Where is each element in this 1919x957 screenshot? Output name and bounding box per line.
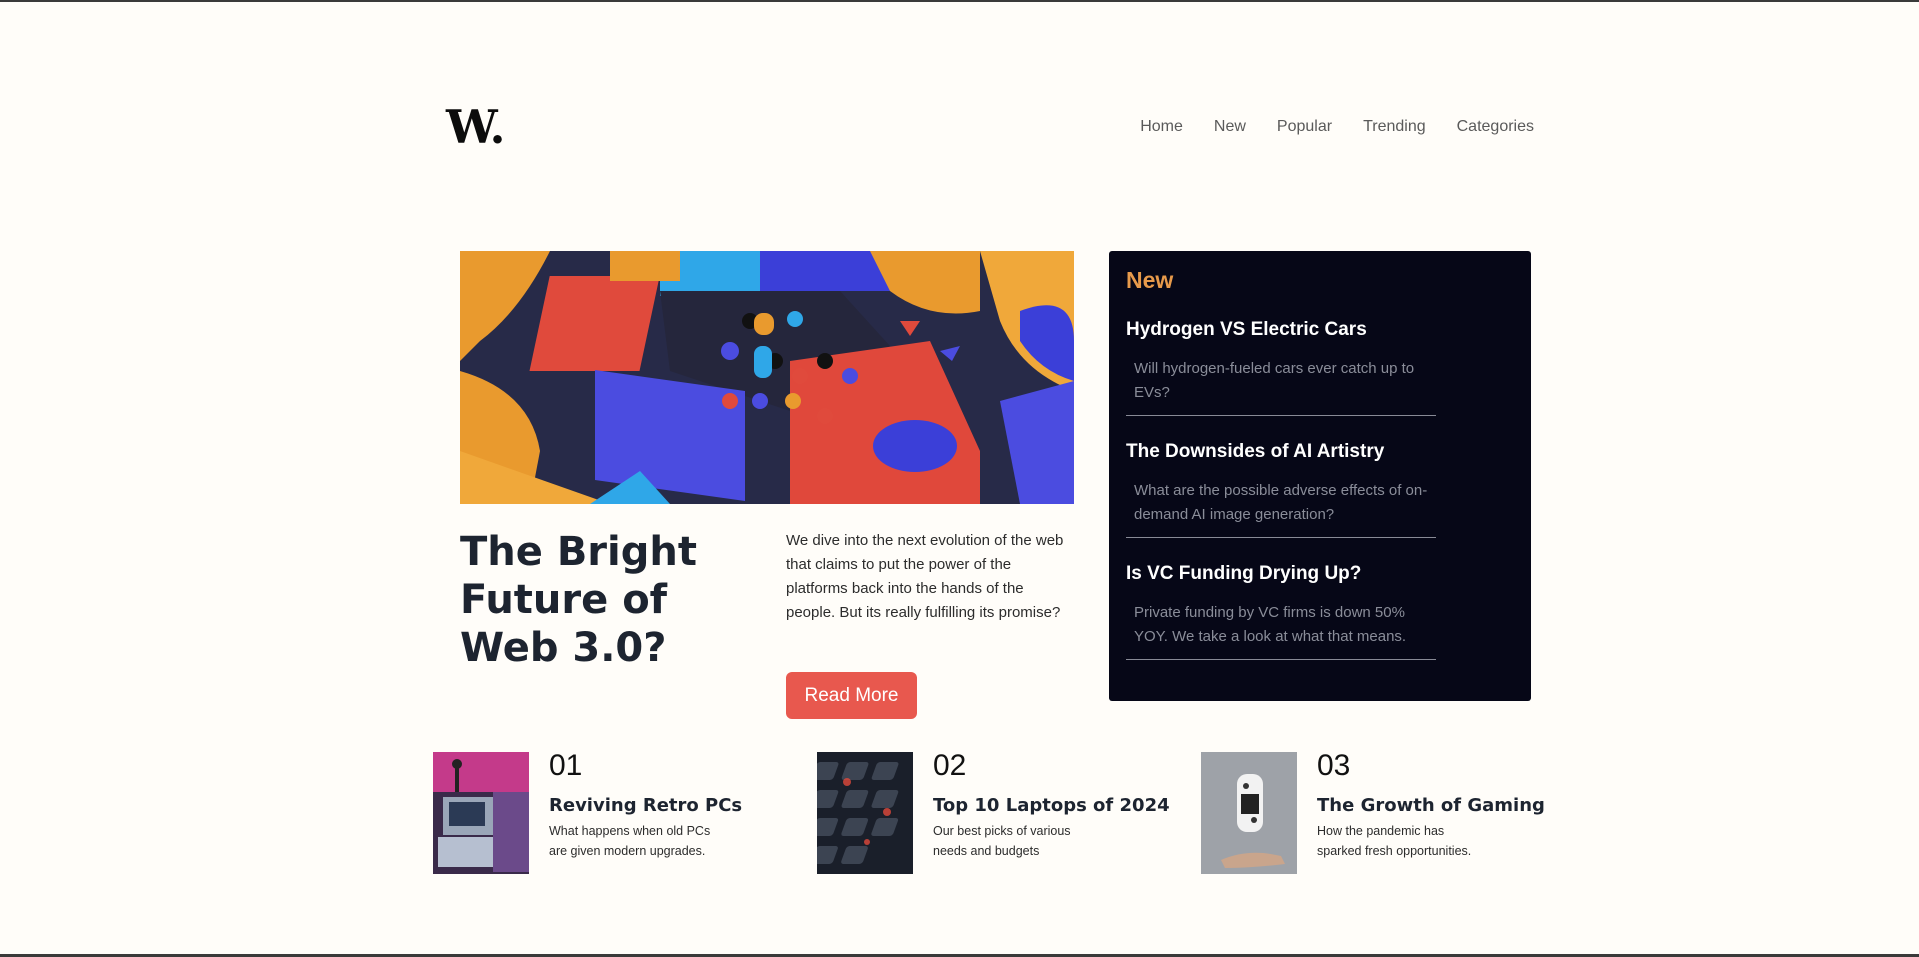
new-item[interactable]: Hydrogen VS Electric Cars Will hydrogen-… [1126, 319, 1436, 416]
new-item[interactable]: The Downsides of AI Artistry What are th… [1126, 441, 1436, 538]
main-nav: Home New Popular Trending Categories [1140, 118, 1534, 136]
read-more-button[interactable]: Read More [786, 672, 917, 719]
nav-popular[interactable]: Popular [1277, 118, 1332, 136]
gaming-controller-thumbnail[interactable] [1201, 752, 1297, 874]
article-title[interactable]: Top 10 Laptops of 2024 [933, 795, 1170, 816]
new-item-title[interactable]: Is VC Funding Drying Up? [1126, 563, 1436, 585]
new-articles-panel: New Hydrogen VS Electric Cars Will hydro… [1109, 251, 1531, 701]
laptop-keys-thumbnail[interactable] [817, 752, 913, 874]
article-number: 03 [1317, 749, 1351, 782]
article-card[interactable]: 02 Top 10 Laptops of 2024 Our best picks… [817, 749, 1170, 874]
retro-pc-thumbnail[interactable] [433, 752, 529, 874]
article-meta: 01 Reviving Retro PCs What happens when … [549, 749, 742, 874]
article-number: 02 [933, 749, 967, 782]
hero-title: The Bright Future of Web 3.0? [460, 529, 697, 671]
nav-home[interactable]: Home [1140, 118, 1183, 136]
nav-new[interactable]: New [1214, 118, 1246, 136]
nav-trending[interactable]: Trending [1363, 118, 1426, 136]
new-item-desc: What are the possible adverse effects of… [1134, 482, 1428, 523]
article-title[interactable]: The Growth of Gaming [1317, 795, 1545, 816]
article-desc: What happens when old PCs are given mode… [549, 824, 711, 858]
new-item-title[interactable]: The Downsides of AI Artistry [1126, 441, 1436, 463]
new-panel-heading: New [1126, 267, 1174, 293]
article-title[interactable]: Reviving Retro PCs [549, 795, 742, 816]
article-meta: 02 Top 10 Laptops of 2024 Our best picks… [933, 749, 1170, 874]
hero-description: We dive into the next evolution of the w… [786, 532, 1064, 621]
article-number: 01 [549, 749, 583, 782]
new-item[interactable]: Is VC Funding Drying Up? Private funding… [1126, 563, 1436, 660]
hero-image [460, 251, 1074, 504]
article-card[interactable]: 01 Reviving Retro PCs What happens when … [433, 749, 742, 874]
new-item-desc: Private funding by VC firms is down 50% … [1134, 604, 1407, 645]
nav-categories[interactable]: Categories [1457, 118, 1534, 136]
site-logo[interactable]: W. [446, 100, 506, 154]
new-item-title[interactable]: Hydrogen VS Electric Cars [1126, 319, 1436, 341]
new-item-desc: Will hydrogen-fueled cars ever catch up … [1134, 360, 1415, 401]
article-card[interactable]: 03 The Growth of Gaming How the pandemic… [1201, 749, 1545, 874]
article-desc: Our best picks of various needs and budg… [933, 824, 1071, 858]
article-meta: 03 The Growth of Gaming How the pandemic… [1317, 749, 1545, 874]
article-desc: How the pandemic has sparked fresh oppor… [1317, 824, 1472, 858]
